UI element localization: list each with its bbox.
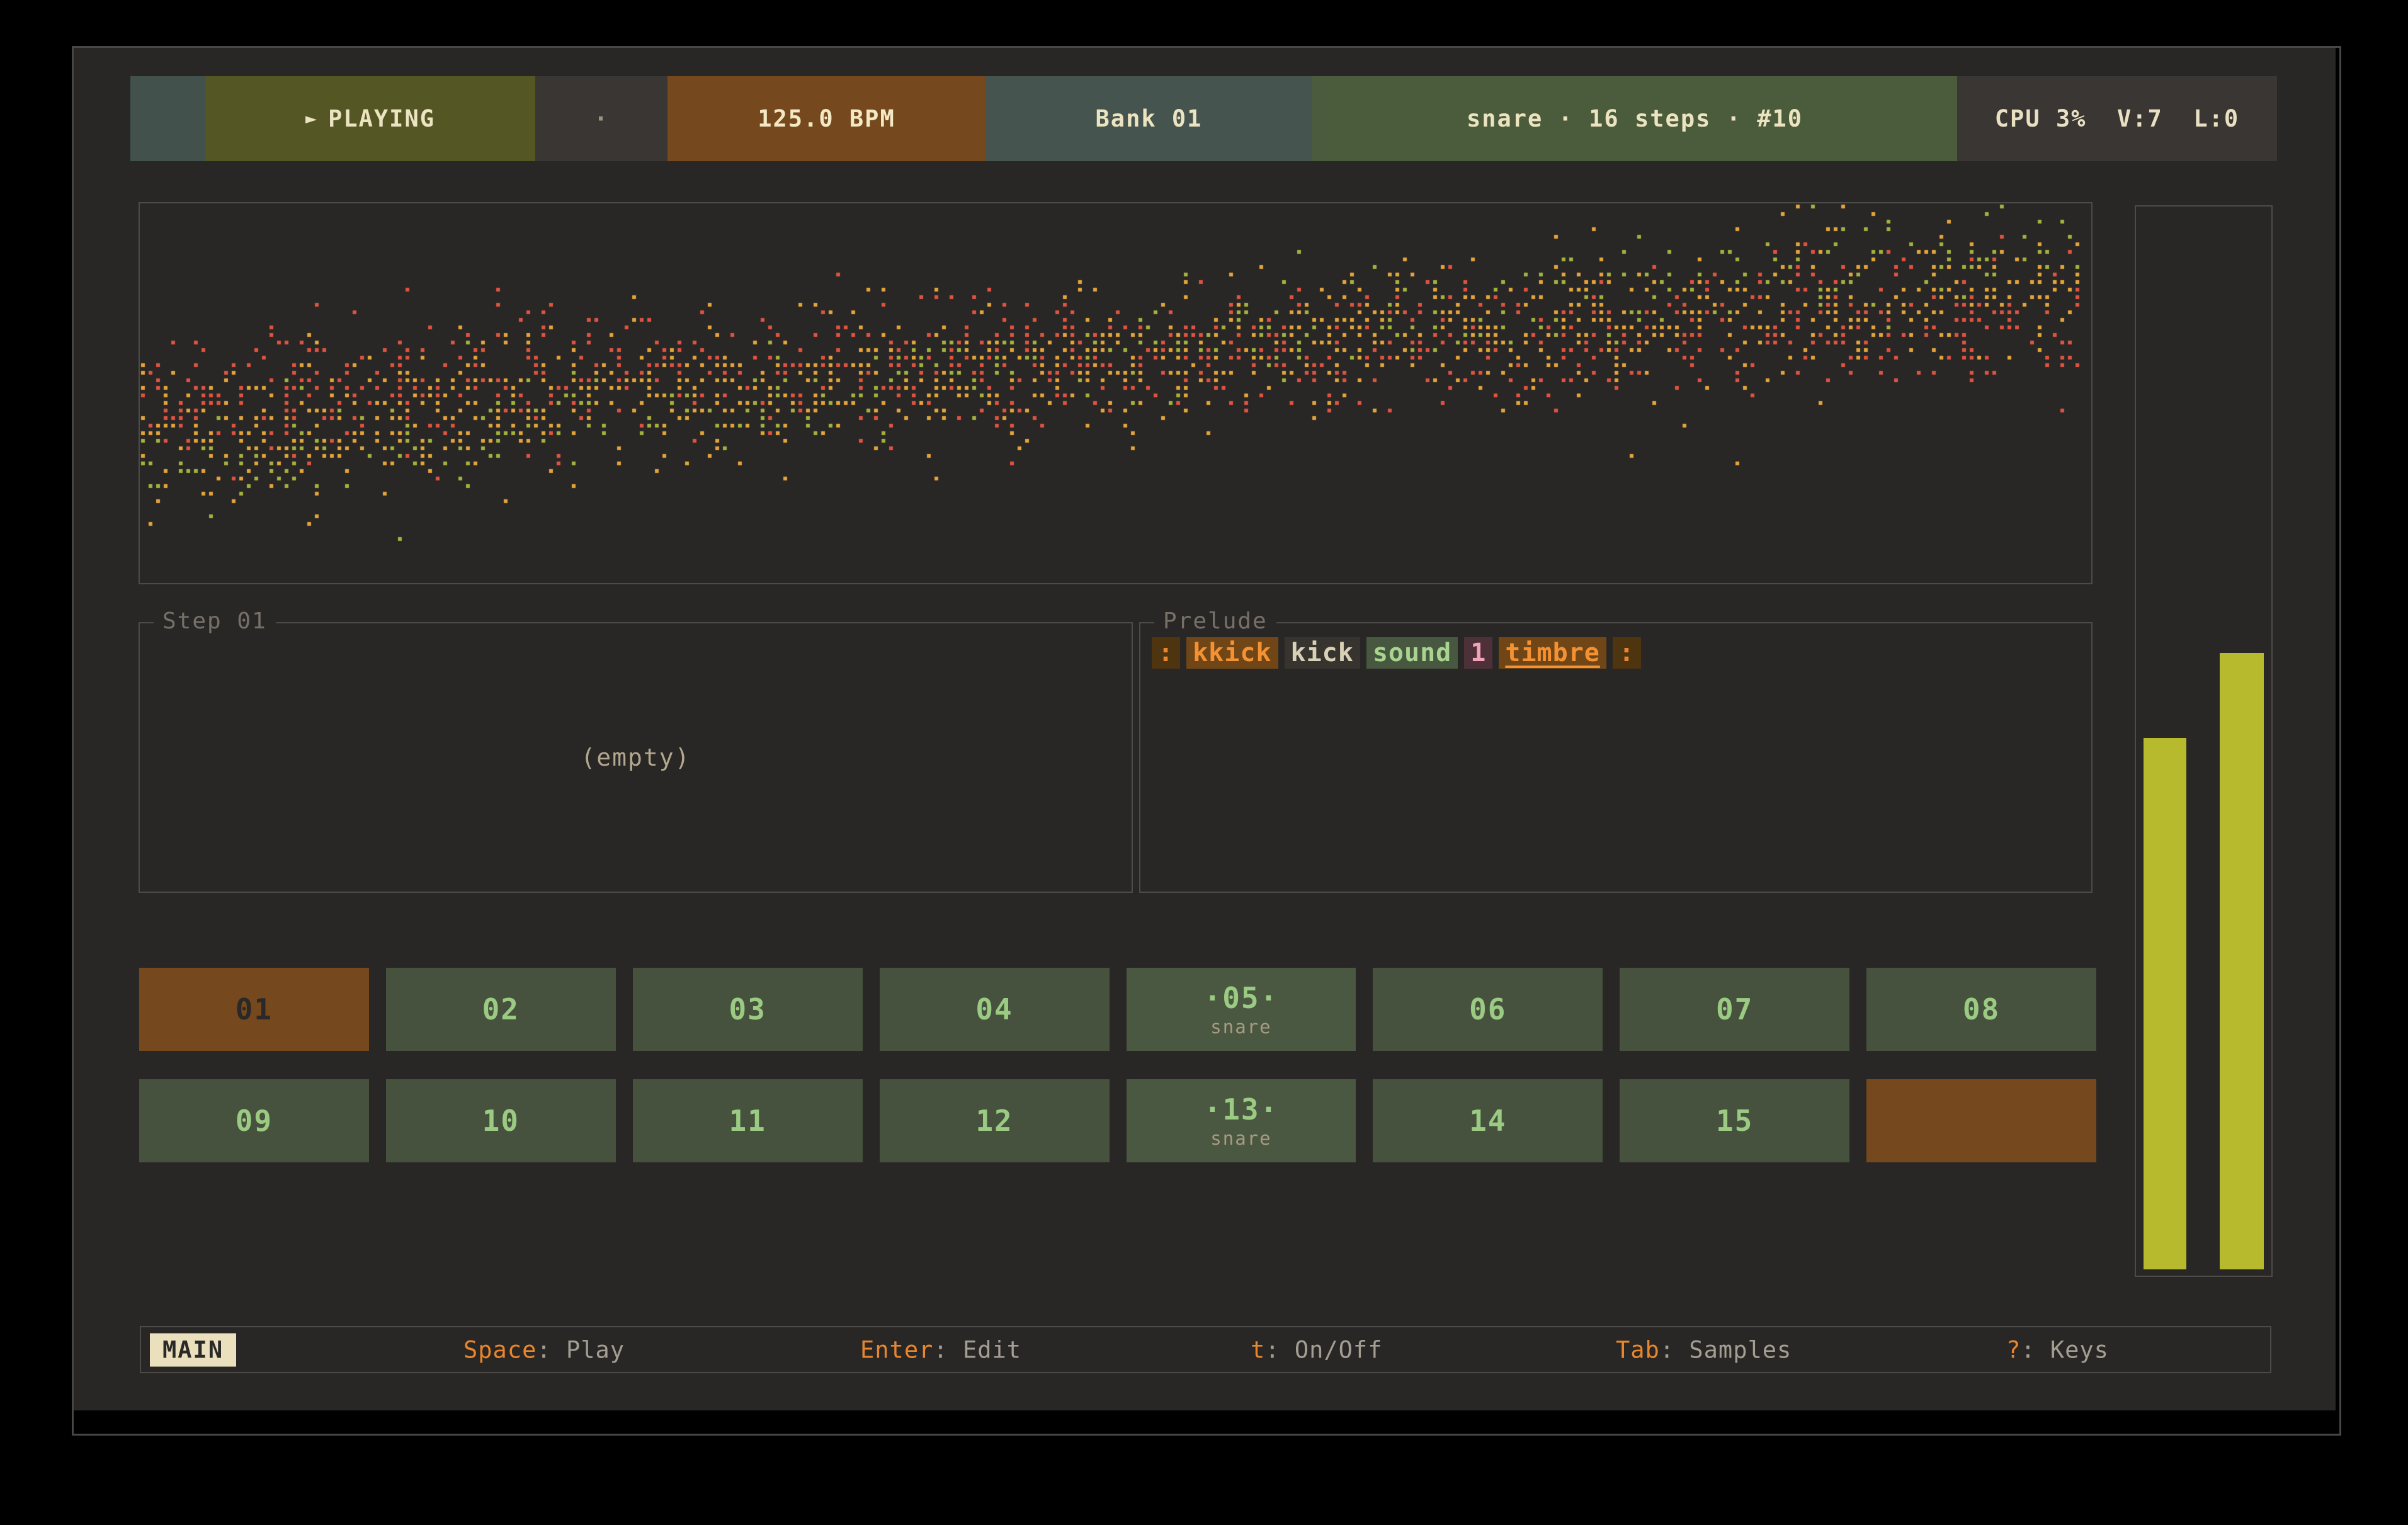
step-cell-05[interactable]: ·05· snare [1127, 968, 1356, 1051]
step-detail-panel: Step 01 (empty) [139, 622, 1133, 893]
step-cell-04[interactable]: 04 [880, 968, 1110, 1051]
prelude-code-line[interactable]: :kkickkicksound1timbre: [1152, 637, 1641, 669]
step-cell-03[interactable]: 03 [633, 968, 863, 1051]
step-cell-09[interactable]: 09 [139, 1079, 369, 1162]
segment-bpm: 125.0 BPM [667, 76, 985, 161]
mode-badge: MAIN [150, 1333, 236, 1366]
app-window: ►PLAYING·125.0 BPMBank 01snare · 16 step… [72, 46, 2341, 1436]
play-icon: ► [305, 108, 318, 130]
level-meter-panel [2135, 205, 2273, 1277]
step-cell-06[interactable]: 06 [1373, 968, 1603, 1051]
step-cell-11[interactable]: 11 [633, 1079, 863, 1162]
meter-right [2220, 653, 2264, 1269]
step-cell-12[interactable]: 12 [880, 1079, 1110, 1162]
prelude-token-kick: kick [1285, 637, 1360, 669]
hint-samples: Tab: Samples [1616, 1336, 1792, 1363]
prelude-token-timbre: timbre [1499, 637, 1606, 669]
prelude-token-1: 1 [1464, 637, 1492, 669]
segment-system-stats: CPU 3% V:7 L:0 [1957, 76, 2277, 161]
meter-left [2144, 738, 2186, 1269]
status-bar: ►PLAYING·125.0 BPMBank 01snare · 16 step… [130, 76, 2277, 161]
prelude-token-kkick: kkick [1186, 637, 1278, 669]
hint-edit: Enter: Edit [860, 1336, 1021, 1363]
hint-keys: ?: Keys [2006, 1336, 2109, 1363]
segment-bank: Bank 01 [985, 76, 1312, 161]
segment-transport: ►PLAYING [205, 76, 535, 161]
step-grid: 01 02 03 04 ·05· snare 06 07 08 09 10 11… [139, 968, 2096, 1162]
pattern-visualizer-panel [139, 202, 2093, 584]
step-cell-16[interactable] [1866, 1079, 2096, 1162]
step-cell-01[interactable]: 01 [139, 968, 369, 1051]
prelude-panel-title: Prelude [1154, 608, 1276, 634]
prelude-panel: Prelude :kkickkicksound1timbre: [1139, 622, 2093, 893]
segment-spacer [130, 76, 205, 161]
step-cell-07[interactable]: 07 [1620, 968, 1849, 1051]
hint-onoff: t: On/Off [1251, 1336, 1383, 1363]
footer-bar: MAIN Space: Play Enter: Edit t: On/Off Tab:… [140, 1326, 2271, 1373]
step-cell-02[interactable]: 02 [386, 968, 616, 1051]
prelude-token-colon-6: : [1613, 637, 1641, 669]
step-cell-14[interactable]: 14 [1373, 1079, 1603, 1162]
hint-play: Space: Play [463, 1336, 625, 1363]
step-cell-15[interactable]: 15 [1620, 1079, 1849, 1162]
prelude-token-sound: sound [1366, 637, 1458, 669]
segment-dot: · [535, 76, 667, 161]
step-cell-10[interactable]: 10 [386, 1079, 616, 1162]
terminal-content: ►PLAYING·125.0 BPMBank 01snare · 16 step… [74, 48, 2336, 1410]
step-cell-08[interactable]: 08 [1866, 968, 2096, 1051]
segment-track-info: snare · 16 steps · #10 [1312, 76, 1957, 161]
step-empty-label: (empty) [140, 623, 1132, 892]
prelude-token-colon-0: : [1152, 637, 1180, 669]
step-cell-13[interactable]: ·13· snare [1127, 1079, 1356, 1162]
dot-swarm-plot [140, 203, 2089, 581]
